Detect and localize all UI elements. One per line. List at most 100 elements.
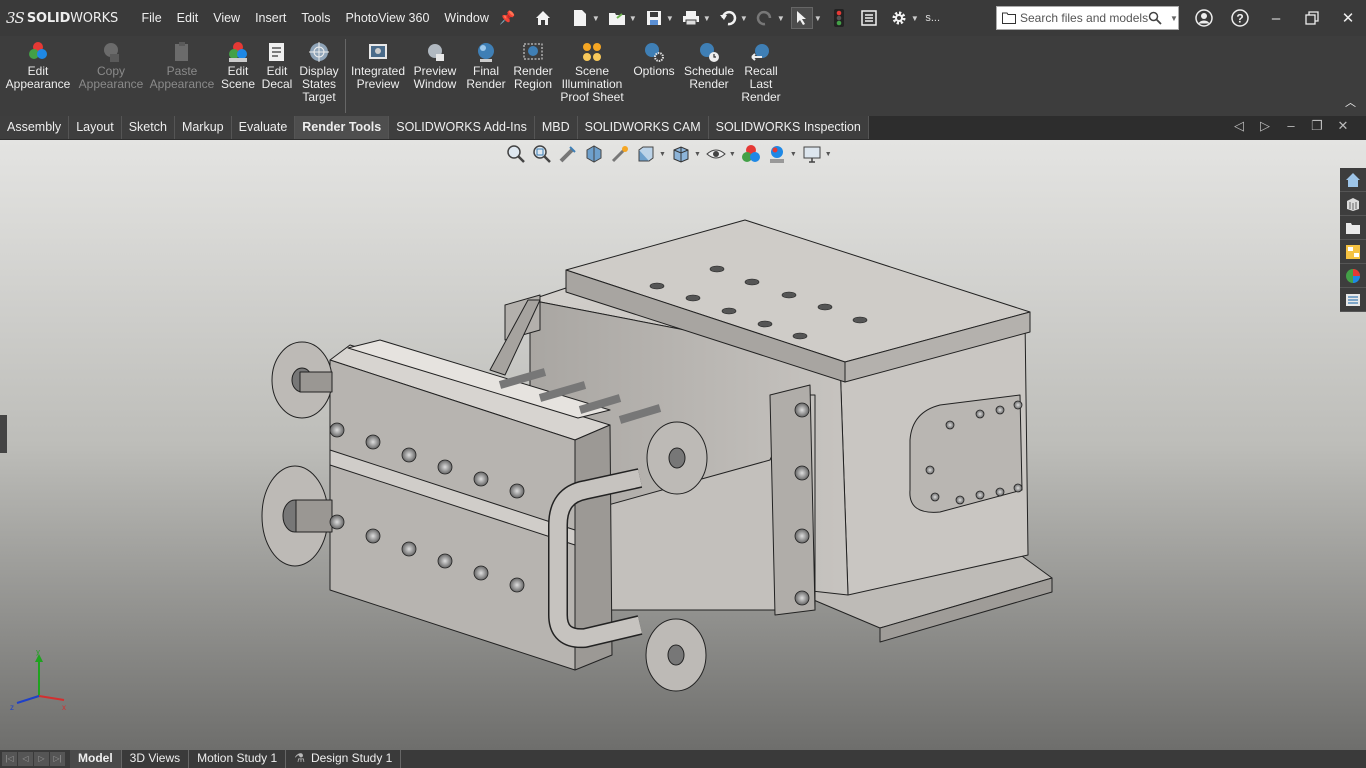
- last-tab-icon[interactable]: ▷|: [50, 752, 65, 766]
- chevron-down-icon[interactable]: ▼: [790, 151, 797, 158]
- help-icon[interactable]: ?: [1222, 0, 1258, 36]
- chevron-down-icon[interactable]: ▼: [659, 151, 666, 158]
- apply-scene-icon[interactable]: [766, 143, 788, 165]
- rebuild-traffic-light-icon[interactable]: [828, 7, 850, 29]
- featuremanager-flyout-handle[interactable]: [0, 415, 7, 453]
- tab-solidworks-add-ins[interactable]: SOLIDWORKS Add-Ins: [389, 116, 535, 139]
- tab-render-tools[interactable]: Render Tools: [295, 116, 390, 139]
- scene-illumination-proof-sheet-button[interactable]: Scene Illumination Proof Sheet: [557, 36, 627, 116]
- zoom-to-fit-icon[interactable]: [505, 143, 527, 165]
- document-minimize-icon[interactable]: –: [1278, 118, 1304, 134]
- chevron-down-icon[interactable]: ▼: [910, 14, 919, 23]
- appearances-scenes-icon[interactable]: [1340, 264, 1366, 288]
- chevron-down-icon[interactable]: ▼: [628, 14, 637, 23]
- edit-appearance-button[interactable]: Edit Appearance: [0, 36, 76, 116]
- chevron-down-icon[interactable]: ▼: [825, 151, 832, 158]
- pin-menu-icon[interactable]: 📌: [496, 10, 518, 26]
- view-settings-icon[interactable]: [801, 143, 823, 165]
- document-restore-icon[interactable]: ❐: [1304, 118, 1330, 134]
- user-account-icon[interactable]: [1186, 0, 1222, 36]
- paste-appearance-button[interactable]: Paste Appearance: [146, 36, 218, 116]
- schedule-render-button[interactable]: Schedule Render: [681, 36, 737, 116]
- tab-mbd[interactable]: MBD: [534, 116, 578, 139]
- undo-icon[interactable]: [717, 7, 739, 29]
- tab-solidworks-cam[interactable]: SOLIDWORKS CAM: [577, 116, 709, 139]
- quick-label[interactable]: s...: [925, 12, 941, 24]
- copy-appearance-button[interactable]: Copy Appearance: [76, 36, 146, 116]
- collapse-ribbon-icon[interactable]: ︿: [1345, 94, 1356, 110]
- section-view-icon[interactable]: [583, 143, 605, 165]
- new-document-icon[interactable]: [569, 7, 591, 29]
- solidworks-resources-icon[interactable]: [1340, 168, 1366, 192]
- design-library-icon[interactable]: [1340, 192, 1366, 216]
- tab-model[interactable]: Model: [70, 750, 122, 768]
- file-properties-icon[interactable]: [858, 7, 880, 29]
- restore-icon[interactable]: [1294, 0, 1330, 36]
- tab-evaluate[interactable]: Evaluate: [231, 116, 296, 139]
- save-icon[interactable]: [643, 7, 665, 29]
- solidworks-logo[interactable]: 3S SOLIDWORKS: [6, 9, 134, 27]
- options-gear-icon[interactable]: [888, 7, 910, 29]
- print-icon[interactable]: [680, 7, 702, 29]
- integrated-preview-button[interactable]: Integrated Preview: [349, 36, 407, 116]
- next-pane-icon[interactable]: ▷: [1252, 118, 1278, 134]
- search-dropdown-icon[interactable]: ▼: [1170, 14, 1178, 23]
- graphics-area[interactable]: ▼ ▼ ▼ ▼ ▼ y x z: [0, 140, 1366, 750]
- menu-insert[interactable]: Insert: [248, 11, 294, 25]
- tab-solidworks-inspection[interactable]: SOLIDWORKS Inspection: [708, 116, 869, 139]
- custom-properties-icon[interactable]: [1340, 288, 1366, 312]
- chevron-down-icon[interactable]: ▼: [665, 14, 674, 23]
- render-region-button[interactable]: Render Region: [509, 36, 557, 116]
- dynamic-annotation-icon[interactable]: [609, 143, 631, 165]
- chevron-down-icon[interactable]: ▼: [591, 14, 600, 23]
- search-input[interactable]: [1020, 11, 1148, 25]
- minimize-icon[interactable]: –: [1258, 0, 1294, 36]
- open-folder-icon[interactable]: [606, 7, 628, 29]
- tab-sketch[interactable]: Sketch: [121, 116, 175, 139]
- chevron-down-icon[interactable]: ▼: [813, 14, 822, 23]
- view-orientation-icon[interactable]: [635, 143, 657, 165]
- tab-design-study-1[interactable]: ⚗ Design Study 1: [286, 750, 402, 768]
- menu-edit[interactable]: Edit: [169, 11, 206, 25]
- close-icon[interactable]: ✕: [1330, 0, 1366, 36]
- redo-icon[interactable]: [754, 7, 776, 29]
- menu-window[interactable]: Window: [437, 11, 496, 25]
- tab-markup[interactable]: Markup: [174, 116, 232, 139]
- display-states-target-button[interactable]: Display States Target: [296, 36, 342, 116]
- hide-show-items-icon[interactable]: [705, 143, 727, 165]
- select-cursor-icon[interactable]: [791, 7, 814, 29]
- tab-layout[interactable]: Layout: [69, 116, 122, 139]
- chevron-down-icon[interactable]: ▼: [776, 14, 785, 23]
- home-icon[interactable]: [532, 7, 554, 29]
- render-options-button[interactable]: Options: [627, 36, 681, 116]
- previous-pane-icon[interactable]: ◁: [1226, 118, 1252, 134]
- chevron-down-icon[interactable]: ▼: [729, 151, 736, 158]
- file-explorer-icon[interactable]: [1340, 216, 1366, 240]
- preview-window-button[interactable]: Preview Window: [407, 36, 463, 116]
- edit-appearance-icon[interactable]: [740, 143, 762, 165]
- menu-file[interactable]: File: [134, 11, 169, 25]
- edit-scene-button[interactable]: Edit Scene: [218, 36, 258, 116]
- menu-view[interactable]: View: [206, 11, 248, 25]
- search-icon[interactable]: [1148, 11, 1162, 25]
- zoom-to-area-icon[interactable]: [531, 143, 553, 165]
- chevron-down-icon[interactable]: ▼: [739, 14, 748, 23]
- recall-last-render-button[interactable]: Recall Last Render: [737, 36, 785, 116]
- tab-3d-views[interactable]: 3D Views: [122, 750, 190, 768]
- document-close-icon[interactable]: ✕: [1330, 118, 1356, 134]
- final-render-button[interactable]: Final Render: [463, 36, 509, 116]
- display-style-icon[interactable]: [670, 143, 692, 165]
- first-tab-icon[interactable]: |◁: [2, 752, 17, 766]
- edit-decal-button[interactable]: Edit Decal: [258, 36, 296, 116]
- chevron-down-icon[interactable]: ▼: [694, 151, 701, 158]
- view-palette-icon[interactable]: [1340, 240, 1366, 264]
- previous-view-icon[interactable]: [557, 143, 579, 165]
- tab-motion-study-1[interactable]: Motion Study 1: [189, 750, 287, 768]
- tab-assembly[interactable]: Assembly: [0, 116, 70, 139]
- prev-tab-icon[interactable]: ◁: [18, 752, 33, 766]
- assembly-model-3d[interactable]: [250, 214, 1070, 714]
- menu-tools[interactable]: Tools: [294, 11, 338, 25]
- chevron-down-icon[interactable]: ▼: [702, 14, 711, 23]
- next-tab-icon[interactable]: ▷: [34, 752, 49, 766]
- menu-photoview-360[interactable]: PhotoView 360: [338, 11, 437, 25]
